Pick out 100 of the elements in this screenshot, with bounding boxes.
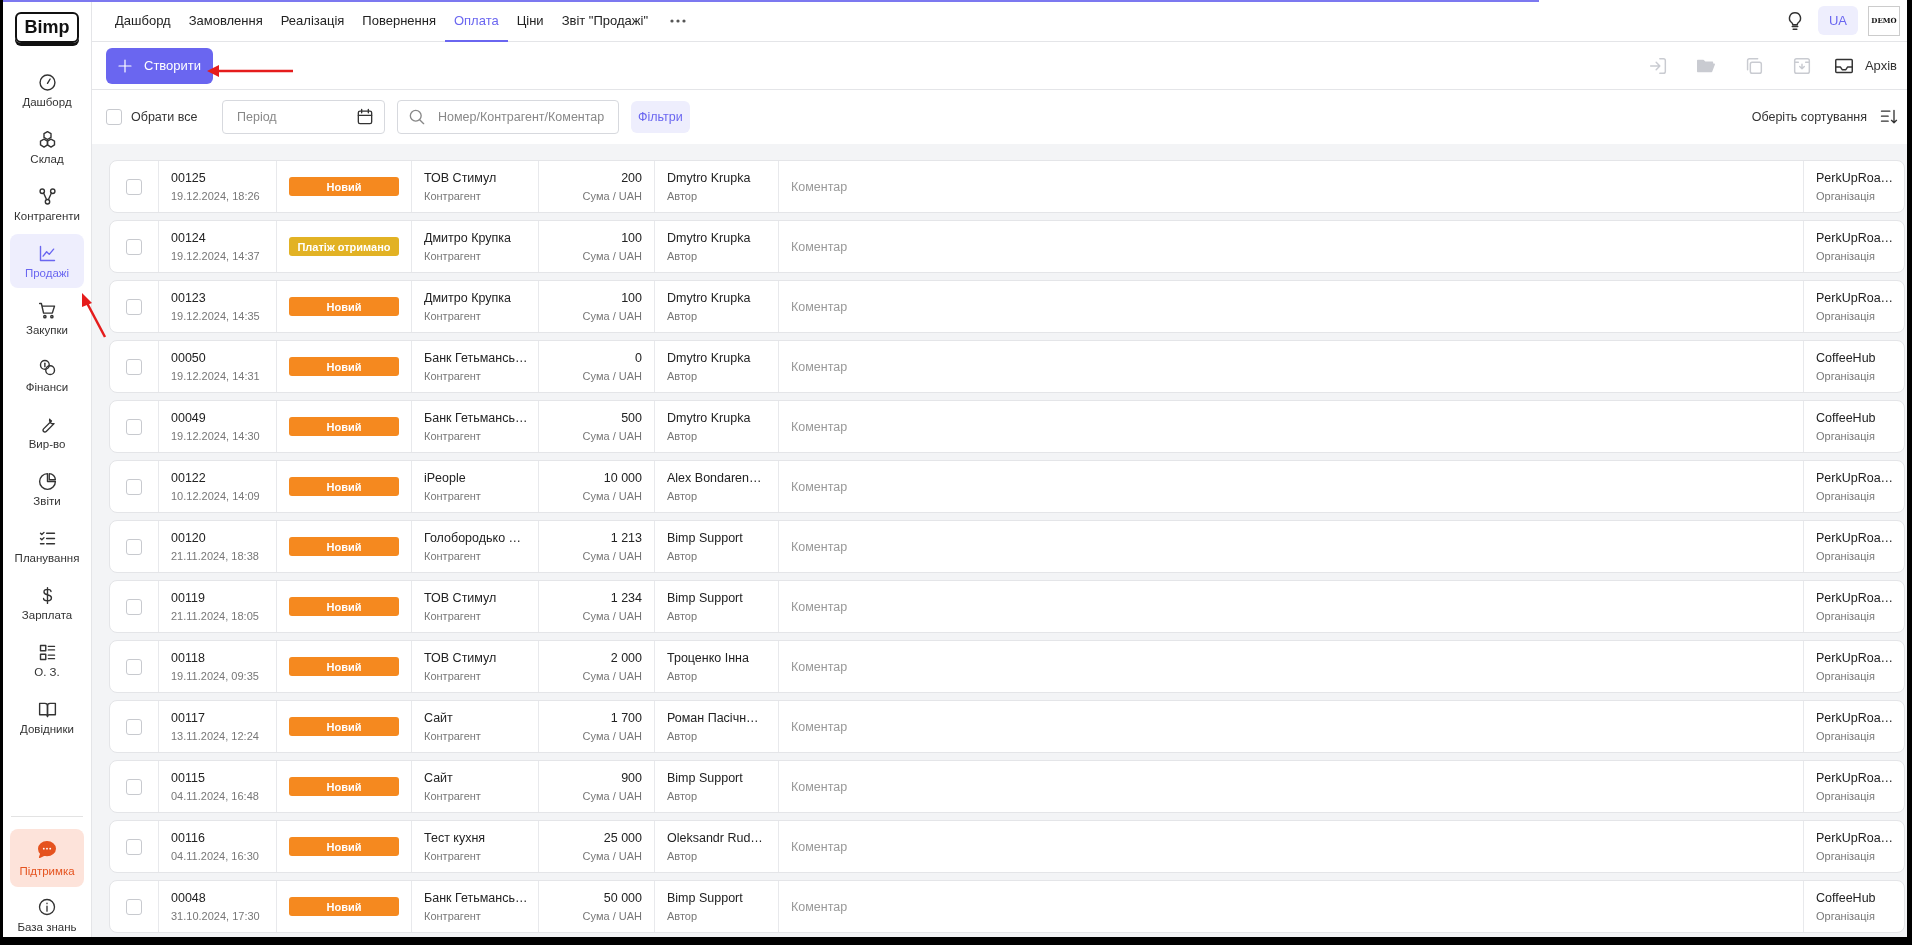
comment-text: Коментар [791, 839, 849, 854]
checkbox[interactable] [126, 778, 142, 795]
tab[interactable]: Ціни [507, 0, 553, 42]
document-date: 31.10.2024, 17:30 [171, 910, 261, 922]
field-caption: Організація [1816, 190, 1876, 202]
table-row[interactable]: 00115 04.11.2024, 16:48 Новий Сайт Контрагент 900 Сума / UAH Bimp Support Автор Коментар PerkUpRoa… Організація [109, 760, 1905, 813]
field-caption: Організація [1816, 250, 1876, 262]
nav-item[interactable]: Дашборд [10, 63, 84, 117]
field-caption: Контрагент [424, 370, 482, 382]
comment-text: Коментар [791, 539, 849, 554]
checkbox[interactable] [126, 298, 142, 315]
comment-text: Коментар [791, 719, 849, 734]
checkbox[interactable] [106, 109, 122, 125]
nav-item[interactable]: Продажі [10, 234, 84, 288]
contractor-name: Банк Гетьмансь… [424, 351, 526, 365]
nav-item[interactable]: Звіти [10, 462, 84, 516]
select-all-label[interactable]: Обрати все [131, 110, 198, 124]
nav-item[interactable]: Планування [10, 519, 84, 573]
tab[interactable]: Замовлення [179, 0, 272, 42]
tab[interactable]: Звіт "Продажі" [552, 0, 657, 42]
table-row[interactable]: 00124 19.12.2024, 14:37 Платіж отримано Дмитро Крупка Контрагент 100 Сума / UAH Dmytro Krupka Автор Коментар PerkUpRoa… Організація [109, 220, 1905, 273]
logo[interactable]: Bimp [15, 12, 79, 43]
nav-item[interactable]: Фінанси [10, 348, 84, 402]
author-name: Alex Bondaren… [667, 471, 763, 485]
table-row[interactable]: 00117 13.11.2024, 12:24 Новий Сайт Контрагент 1 700 Сума / UAH Роман Пасічн… Автор Коментар PerkUpRoa… Організація [109, 700, 1905, 753]
status-badge: Новий [289, 417, 399, 436]
checkbox[interactable] [126, 658, 142, 675]
table-row[interactable]: 00120 21.11.2024, 18:38 Новий Голобородько … Контрагент 1 213 Сума / UAH Bimp Support Автор Коментар PerkUpRoa… Організація [109, 520, 1905, 573]
document-date: 19.12.2024, 14:31 [171, 370, 261, 382]
amount-value: 1 213 [610, 531, 642, 545]
checkbox[interactable] [126, 478, 142, 495]
comment-text: Коментар [791, 179, 849, 194]
table-row[interactable]: 00119 21.11.2024, 18:05 Новий ТОВ Стимул Контрагент 1 234 Сума / UAH Bimp Support Автор Коментар PerkUpRoa… Організація [109, 580, 1905, 633]
tab[interactable]: Дашборд [106, 0, 180, 42]
field-caption: Автор [667, 610, 699, 622]
comment-text: Коментар [791, 899, 849, 914]
table-row[interactable]: 00125 19.12.2024, 18:26 Новий ТОВ Стимул Контрагент 200 Сума / UAH Dmytro Krupka Автор Коментар PerkUpRoa… Організація [109, 160, 1905, 213]
search-field[interactable]: Номер/Контрагент/Коментар [397, 100, 619, 134]
nav-item[interactable]: Склад [10, 120, 84, 174]
nav-item[interactable]: Закупки [10, 291, 84, 345]
checkbox[interactable] [126, 178, 142, 195]
table-row[interactable]: 00050 19.12.2024, 14:31 Новий Банк Гетьмансь… Контрагент 0 Сума / UAH Dmytro Krupka Автор Коментар CoffeeHub Організація [109, 340, 1905, 393]
filters-button[interactable]: Фільтри [631, 101, 690, 133]
contractor-name: ТОВ Стимул [424, 591, 498, 605]
create-button[interactable]: Створити [106, 47, 214, 84]
comment-text: Коментар [791, 479, 849, 494]
tab[interactable]: Реалізація [271, 0, 354, 42]
comment-text: Коментар [791, 659, 849, 674]
field-caption: Автор [667, 790, 699, 802]
checkbox[interactable] [126, 238, 142, 255]
organization-name: CoffeeHub [1816, 891, 1877, 905]
status-badge: Новий [289, 777, 399, 796]
table-row[interactable]: 00123 19.12.2024, 14:35 Новий Дмитро Крупка Контрагент 100 Сума / UAH Dmytro Krupka Автор Коментар PerkUpRoa… Організація [109, 280, 1905, 333]
table-row[interactable]: 00049 19.12.2024, 14:30 Новий Банк Гетьмансь… Контрагент 500 Сума / UAH Dmytro Krupka Автор Коментар CoffeeHub Організація [109, 400, 1905, 453]
organization-name: PerkUpRoa… [1816, 651, 1892, 665]
table-row[interactable]: 00116 04.11.2024, 16:30 Новий Тест кухня Контрагент 25 000 Сума / UAH Oleksandr Rud… Автор Коментар PerkUpRoa… Організація [109, 820, 1905, 873]
knowledge-base-link[interactable]: База знань [3, 897, 91, 937]
field-caption: Сума / UAH [582, 850, 642, 862]
field-caption: Організація [1816, 490, 1876, 502]
checkbox[interactable] [126, 418, 142, 435]
sort-button[interactable]: Оберіть сортування [1751, 107, 1899, 127]
field-caption: Сума / UAH [582, 670, 642, 682]
nav-item[interactable]: Довідники [10, 690, 84, 744]
checkbox[interactable] [126, 358, 142, 375]
nodes-icon [36, 186, 58, 207]
author-name: Bimp Support [667, 771, 744, 785]
field-caption: Автор [667, 850, 699, 862]
organization-name: PerkUpRoa… [1816, 471, 1892, 485]
contractor-name: iPeople [424, 471, 467, 485]
document-number: 00120 [171, 531, 207, 545]
table-row[interactable]: 00118 19.11.2024, 09:35 Новий ТОВ Стимул Контрагент 2 000 Сума / UAH Троценко Інна Автор Коментар PerkUpRoa… Організація [109, 640, 1905, 693]
field-caption: Організація [1816, 430, 1876, 442]
more-icon[interactable] [669, 17, 687, 24]
checkbox[interactable] [126, 898, 142, 915]
status-badge: Новий [289, 837, 399, 856]
field-caption: Сума / UAH [582, 610, 642, 622]
nav-item[interactable]: Контрагенти [10, 177, 84, 231]
comment-text: Коментар [791, 239, 849, 254]
nav-item[interactable]: Вир-во [10, 405, 84, 459]
nav-item[interactable]: О. З. [10, 633, 84, 687]
amount-value: 1 234 [610, 591, 642, 605]
amount-value: 10 000 [603, 471, 642, 485]
comment-text: Коментар [791, 599, 849, 614]
field-caption: Контрагент [424, 610, 482, 622]
nav-item[interactable]: Зарплата [10, 576, 84, 630]
table-row[interactable]: 00048 31.10.2024, 17:30 Новий Банк Гетьмансь… Контрагент 50 000 Сума / UAH Bimp Support Автор Коментар CoffeeHub Організація [109, 880, 1905, 933]
period-field[interactable]: Період [222, 100, 385, 134]
contractor-name: Дмитро Крупка [424, 291, 512, 305]
checkbox[interactable] [126, 838, 142, 855]
tab[interactable]: Повернення [353, 0, 445, 42]
checkbox[interactable] [126, 718, 142, 735]
table-row[interactable]: 00122 10.12.2024, 14:09 Новий iPeople Контрагент 10 000 Сума / UAH Alex Bondaren… Автор Коментар PerkUpRoa… Організація [109, 460, 1905, 513]
field-caption: Автор [667, 670, 699, 682]
checkbox[interactable] [126, 598, 142, 615]
language-button[interactable]: UA [1817, 6, 1858, 35]
archive-button[interactable]: Архів [1832, 54, 1897, 77]
author-name: Dmytro Krupka [667, 231, 752, 245]
field-caption: Автор [667, 310, 699, 322]
field-caption: Автор [667, 430, 699, 442]
checkbox[interactable] [126, 538, 142, 555]
